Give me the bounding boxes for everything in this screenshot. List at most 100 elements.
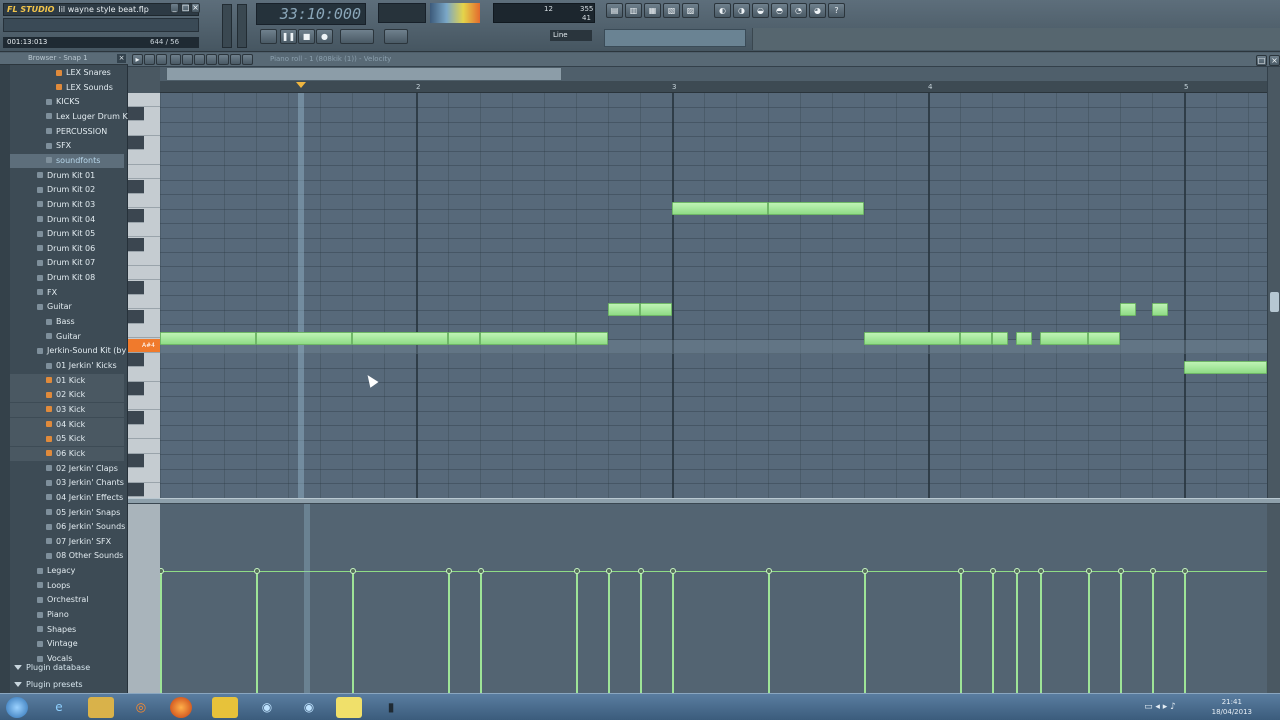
recorder-icon[interactable]: ▮ [378,697,404,718]
piano-key[interactable] [128,353,144,368]
app-icon-2[interactable]: ◉ [296,697,322,718]
piano-key[interactable] [128,440,160,454]
velocity-handle[interactable] [1014,568,1020,574]
note[interactable] [672,201,768,215]
piano-key[interactable] [128,208,144,223]
browser-item[interactable]: 06 Jerkin' Sounds [10,520,125,534]
browser-item[interactable]: Drum Kit 02 [10,183,124,197]
horizontal-scrollbar[interactable] [166,67,562,81]
browser-item[interactable]: Shapes [10,623,124,637]
piano-key[interactable] [128,324,160,339]
piano-keyboard[interactable]: A#4 [128,93,160,498]
velocity-handle[interactable] [446,568,452,574]
piano-key[interactable] [128,469,160,483]
piano-key[interactable] [128,93,160,107]
piano-key[interactable] [128,151,160,165]
velocity-bar[interactable] [640,571,642,693]
velocity-handle[interactable] [990,568,996,574]
vertical-scrollbar[interactable] [1267,67,1280,498]
velocity-handle[interactable] [606,568,612,574]
piano-key[interactable] [128,266,160,281]
piano-key[interactable]: A#4 [128,338,160,353]
velocity-bar[interactable] [1040,571,1042,693]
browser-item[interactable]: LEX Sounds [10,81,124,95]
browser-item[interactable]: SFX [10,139,124,153]
ie-icon[interactable]: e [46,697,72,718]
velocity-handle[interactable] [1086,568,1092,574]
note[interactable] [448,331,480,345]
browser-item[interactable]: Drum Kit 07 [10,256,124,270]
velocity-handle[interactable] [254,568,260,574]
stamp-icon[interactable] [156,54,167,65]
velocity-handle[interactable] [766,568,772,574]
piano-key[interactable] [128,368,160,382]
maximize-button[interactable]: □ [181,3,190,13]
browser-item[interactable]: LEX Snares [10,66,124,80]
velocity-bar[interactable] [576,571,578,693]
velocity-panel[interactable] [160,504,1267,693]
velocity-handle[interactable] [1038,568,1044,574]
browser-item[interactable]: Orchestral [10,593,124,607]
note[interactable] [640,302,672,316]
note[interactable] [1040,331,1088,345]
browser-item[interactable]: 08 Other Sounds [10,549,124,563]
velocity-handle[interactable] [1182,568,1188,574]
browser-item[interactable]: KICKS [10,95,124,109]
browser-item[interactable]: 05 Jerkin' Snaps [10,506,124,520]
brush-icon[interactable] [182,54,193,65]
browser-item[interactable]: Drum Kit 04 [10,213,124,227]
velocity-handle[interactable] [958,568,964,574]
piano-key[interactable] [128,107,144,122]
velocity-handle[interactable] [670,568,676,574]
browser-item[interactable]: soundfonts [10,153,124,168]
note[interactable] [608,302,640,316]
recording-options[interactable] [416,28,546,48]
zoom-icon[interactable] [242,54,253,65]
note[interactable] [992,331,1008,345]
velocity-bar[interactable] [480,571,482,693]
browser-item[interactable]: 05 Kick [10,432,124,447]
time-ruler[interactable]: 2 3 4 5 [160,81,1267,93]
piano-key[interactable] [128,309,144,324]
browser-item[interactable]: Guitar [10,330,124,344]
browser-item[interactable]: 03 Kick [10,402,124,417]
velocity-handle[interactable] [638,568,644,574]
browser-item[interactable]: 02 Kick [10,388,124,403]
browser-bottom-item[interactable]: Plugin database [14,661,90,675]
tool-2-button[interactable]: ◑ [733,3,750,18]
browser-item[interactable]: Drum Kit 01 [10,169,124,183]
select-icon[interactable] [230,54,241,65]
restore-icon[interactable]: □ [1256,55,1267,66]
slice-icon[interactable] [218,54,229,65]
tray-icons[interactable]: ▭ ◂ ▸ ♪ [1130,697,1190,718]
browser-item[interactable]: 02 Jerkin' Claps [10,462,124,476]
app-icon-1[interactable]: ◉ [254,697,280,718]
note[interactable] [576,331,608,345]
note[interactable] [480,331,576,345]
note[interactable] [960,331,992,345]
fl-studio-icon[interactable] [212,697,238,718]
velocity-handle[interactable] [574,568,580,574]
piano-key[interactable] [128,194,160,209]
browser-item[interactable]: Lex Luger Drum Kit [10,110,133,124]
tool-1-button[interactable]: ◐ [714,3,731,18]
close-icon[interactable]: × [117,54,126,63]
note[interactable] [1152,302,1168,316]
browser-item[interactable]: 07 Jerkin' SFX [10,535,124,549]
line-mode-select[interactable]: Line [550,30,592,41]
note[interactable] [352,331,448,345]
tool-4-button[interactable]: ◓ [771,3,788,18]
pencil-icon[interactable] [170,54,181,65]
browser-scrollbar[interactable] [0,65,10,693]
piano-key[interactable] [128,252,160,266]
close-button[interactable]: × [191,3,200,13]
velocity-handle[interactable] [862,568,868,574]
velocity-bar[interactable] [768,571,770,693]
velocity-bar[interactable] [1088,571,1090,693]
magnet-icon[interactable] [144,54,155,65]
piano-key[interactable] [128,237,144,252]
browser-item[interactable]: Vintage [10,637,124,651]
note[interactable] [1184,360,1267,374]
browser-item[interactable]: Piano [10,608,124,622]
playlist-button[interactable]: ▤ [606,3,623,18]
